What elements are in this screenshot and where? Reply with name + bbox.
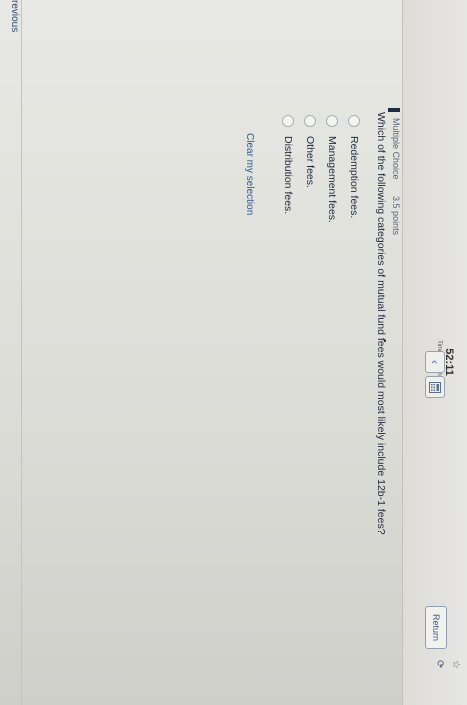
option-redemption[interactable]: Redemption fees. xyxy=(343,115,365,223)
radio-button[interactable] xyxy=(348,115,360,127)
question-points: 3.5 points xyxy=(391,196,401,236)
option-label: Management fees. xyxy=(326,136,338,223)
option-label: Other fees. xyxy=(304,136,316,188)
radio-button[interactable] xyxy=(304,115,316,127)
answer-options: Redemption fees. Management fees. Other … xyxy=(277,115,365,223)
star-icon[interactable]: ☆ xyxy=(445,660,461,669)
back-button[interactable]: ‹ xyxy=(425,351,445,373)
refresh-icon[interactable]: ⟳ xyxy=(429,660,445,669)
option-label: Redemption fees. xyxy=(348,136,360,219)
calculator-button[interactable] xyxy=(425,376,445,398)
radio-button[interactable] xyxy=(326,115,338,127)
option-other[interactable]: Other fees. xyxy=(299,115,321,223)
question-type: Multiple Choice xyxy=(391,118,401,180)
question-accent-bar xyxy=(388,108,400,112)
question-text: Which of the following categories of mut… xyxy=(375,112,387,535)
calculator-icon xyxy=(429,381,441,393)
footer-divider xyxy=(21,0,22,705)
option-management[interactable]: Management fees. xyxy=(321,115,343,223)
question-meta: Multiple Choice 3.5 points xyxy=(391,118,401,235)
previous-button[interactable]: revious xyxy=(9,0,20,32)
option-distribution[interactable]: Distribution fees. xyxy=(277,115,299,223)
chevron-left-icon: ‹ xyxy=(428,360,442,364)
browser-icons: ☆ ⟳ xyxy=(429,660,461,669)
quiz-screen: 52:11 Time Remaining ‹ Return ☆ ⟳ Mul xyxy=(0,0,467,705)
return-button[interactable]: Return xyxy=(425,606,447,650)
header-bar: 52:11 Time Remaining ‹ Return ☆ ⟳ xyxy=(402,0,467,705)
option-label: Distribution fees. xyxy=(282,136,294,215)
radio-button[interactable] xyxy=(282,115,294,127)
clear-selection-link[interactable]: Clear my selection xyxy=(244,133,255,215)
cursor-dot xyxy=(384,340,386,342)
